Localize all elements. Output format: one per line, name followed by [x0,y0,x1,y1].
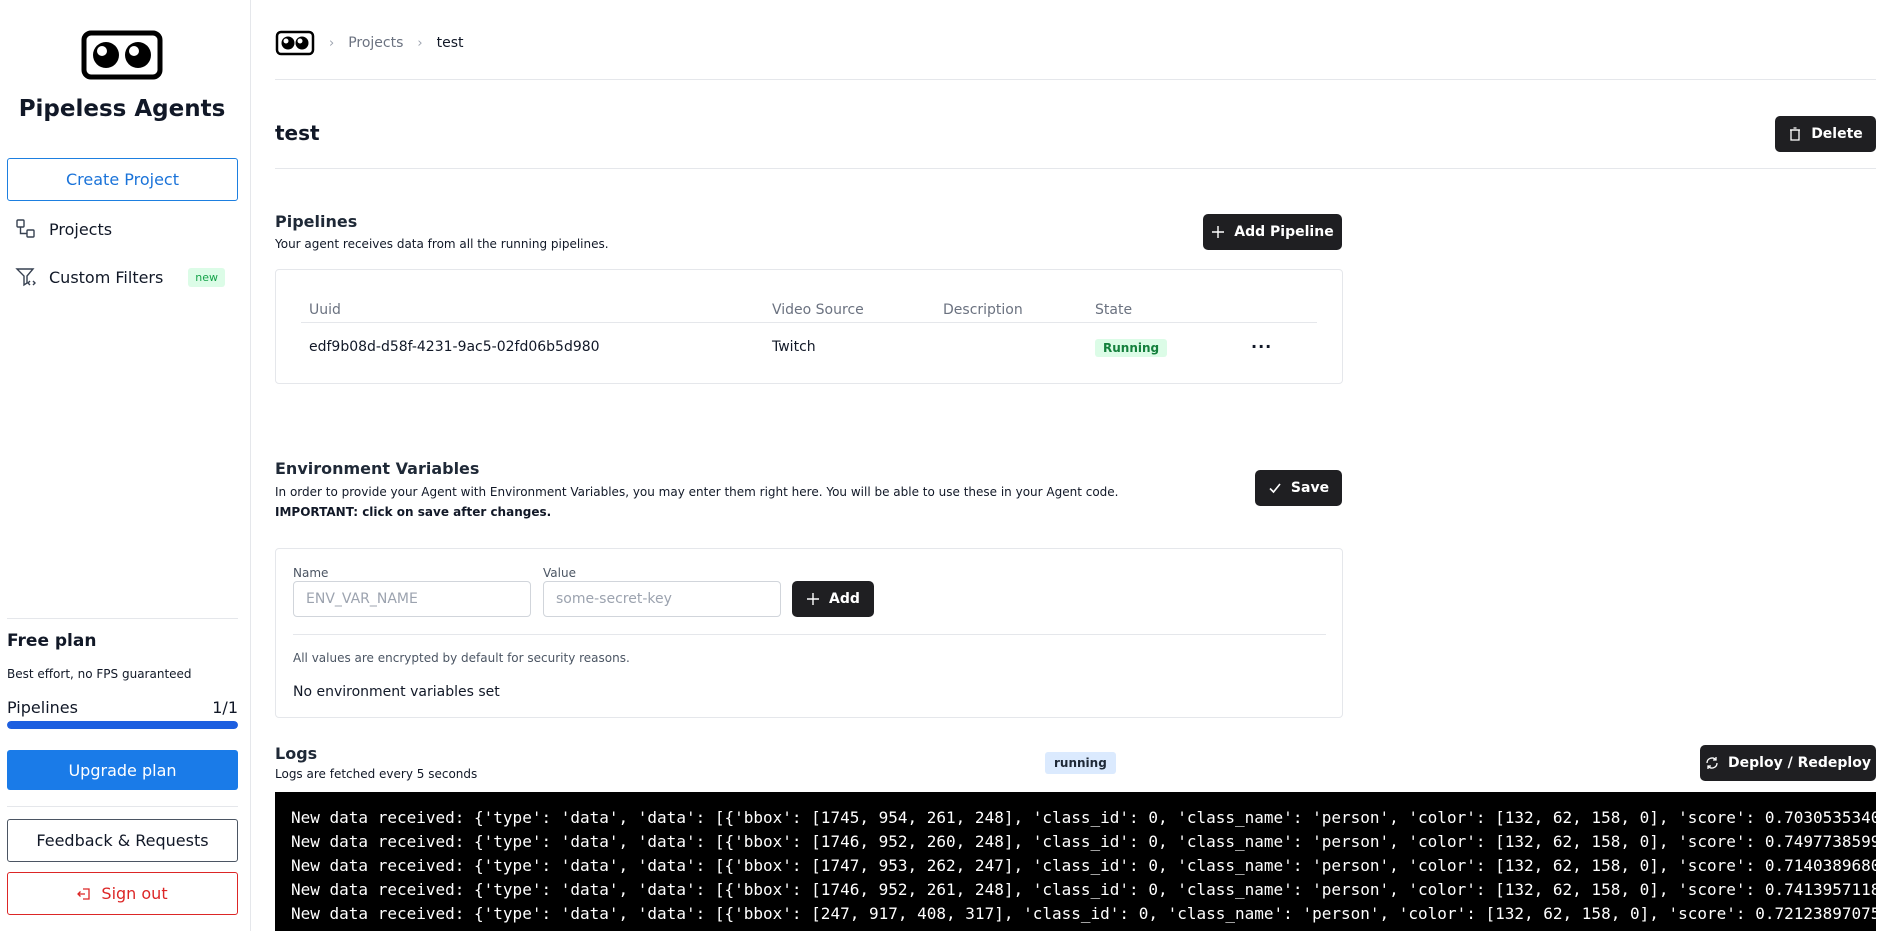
add-pipeline-button[interactable]: Add Pipeline [1203,214,1342,250]
trash-icon [1790,127,1801,141]
env-encryption-note: All values are encrypted by default for … [293,651,630,665]
pipeless-logo-icon [81,30,163,80]
sign-out-icon [77,887,91,900]
save-button[interactable]: Save [1255,470,1342,506]
logs-status-badge: running [1045,752,1116,774]
add-env-label: Add [829,591,860,607]
pipelines-progress-bar [7,721,238,729]
log-line: New data received: {'type': 'data', 'dat… [291,808,1876,827]
sign-out-label: Sign out [101,884,168,903]
divider [301,322,1317,323]
divider [7,618,238,619]
check-icon [1269,483,1281,494]
sign-out-button[interactable]: Sign out [7,872,238,915]
delete-button[interactable]: Delete [1775,116,1876,152]
save-label: Save [1290,480,1330,496]
create-project-button[interactable]: Create Project [7,158,238,201]
app-name: Pipeless Agents [18,96,226,122]
status-badge: Running [1095,339,1168,357]
pipelines-description: Your agent receives data from all the ru… [275,237,609,251]
breadcrumb-current: test [436,35,464,51]
pipelines-table: Uuid Video Source Description State edf9… [275,269,1343,384]
divider [293,634,1326,635]
sidebar-item-label: Projects [49,219,113,239]
column-header: State [1095,302,1133,318]
name-field-label: Name [293,566,329,580]
add-env-button[interactable]: Add [792,581,874,617]
divider [275,79,1876,80]
pipelines-title: Pipelines [275,212,358,231]
deploy-label: Deploy / Redeploy [1728,755,1871,771]
column-header: Video Source [772,302,864,318]
filter-code-icon [15,268,36,287]
home-logo-icon[interactable] [275,30,315,56]
chevron-right-icon: › [417,35,423,51]
pipeline-video-source: Twitch [772,339,816,355]
divider [275,168,1876,169]
new-badge: new [188,267,225,287]
sidebar-item-label: Custom Filters [49,267,164,287]
upgrade-plan-button[interactable]: Upgrade plan [7,750,238,790]
sidebar-item-custom-filters[interactable]: Custom Filters new [15,262,237,292]
env-description: In order to provide your Agent with Envi… [275,485,1119,499]
plan-title: Free plan [7,631,97,651]
breadcrumb: › Projects › test [275,30,464,56]
refresh-icon [1706,757,1718,769]
logs-title: Logs [275,744,318,763]
chevron-right-icon: › [329,35,335,51]
plus-icon [1212,226,1225,238]
add-pipeline-label: Add Pipeline [1234,224,1334,240]
log-line: New data received: {'type': 'data', 'dat… [291,880,1876,899]
plus-icon [807,593,820,605]
log-line: New data received: {'type': 'data', 'dat… [291,856,1876,875]
deploy-redeploy-button[interactable]: Deploy / Redeploy [1700,745,1876,781]
sidebar: Pipeless Agents Create Project Projects … [0,0,251,931]
projects-icon [16,219,35,238]
ellipsis-icon[interactable]: ··· [1251,337,1272,356]
plan-pipelines-count: 1/1 [212,698,238,717]
env-name-input[interactable] [293,581,531,617]
plan-pipelines-usage: Pipelines 1/1 [7,698,238,717]
log-line: New data received: {'type': 'data', 'dat… [291,904,1876,923]
logs-description: Logs are fetched every 5 seconds [275,767,478,781]
value-field-label: Value [543,566,576,580]
env-empty-state: No environment variables set [293,684,500,700]
plan-description: Best effort, no FPS guaranteed [7,667,192,681]
logs-console[interactable]: New data received: {'type': 'data', 'dat… [275,792,1876,931]
env-important-note: IMPORTANT: click on save after changes. [275,505,552,519]
env-value-input[interactable] [543,581,781,617]
env-form-card: Name Value Add All values are encrypted … [275,548,1343,718]
feedback-button[interactable]: Feedback & Requests [7,819,238,862]
sidebar-item-projects[interactable]: Projects [15,214,237,244]
page-title: test [275,121,320,145]
env-title: Environment Variables [275,459,480,478]
divider [7,806,238,807]
plan-pipelines-label: Pipelines [7,698,78,717]
log-line: New data received: {'type': 'data', 'dat… [291,832,1876,851]
column-header: Uuid [309,302,341,318]
column-header: Description [943,302,1023,318]
progress-fill [7,721,238,729]
delete-label: Delete [1811,126,1863,142]
pipeline-uuid: edf9b08d-d58f-4231-9ac5-02fd06b5d980 [309,339,600,355]
breadcrumb-projects-link[interactable]: Projects [348,35,403,51]
